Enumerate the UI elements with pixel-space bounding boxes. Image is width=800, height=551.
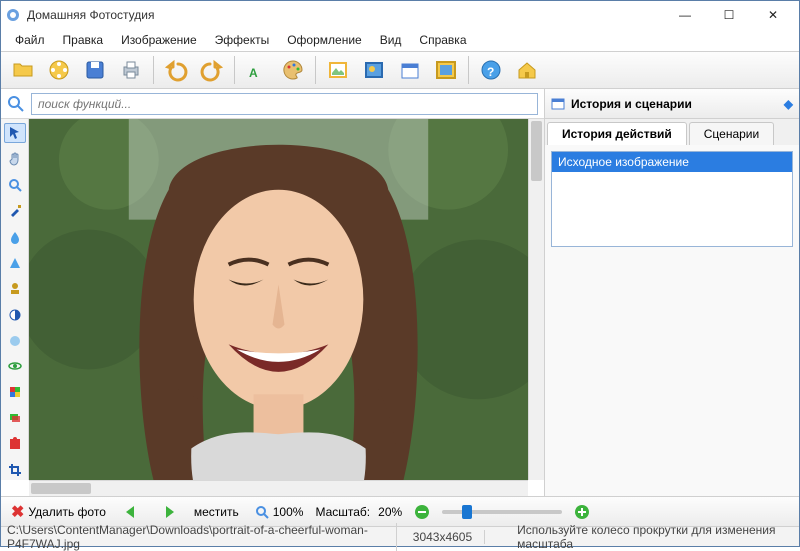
color-square-icon[interactable] (4, 382, 26, 402)
status-hint: Используйте колесо прокрутки для изменен… (517, 523, 793, 551)
tab-scenarios[interactable]: Сценарии (689, 122, 774, 145)
statusbar: C:\Users\ContentManager\Downloads\portra… (1, 526, 799, 546)
delete-photo-button[interactable]: ✖ Удалить фото (7, 500, 110, 524)
toolbar-separator (468, 56, 469, 84)
home-icon[interactable] (511, 54, 543, 86)
stamp-icon[interactable] (4, 279, 26, 299)
menubar: Файл Правка Изображение Эффекты Оформлен… (1, 29, 799, 51)
zoom-slider[interactable] (442, 510, 562, 514)
scale-label: Масштаб: (315, 505, 370, 519)
toolbar-separator (234, 56, 235, 84)
film-icon[interactable] (43, 54, 75, 86)
palette-icon[interactable] (277, 54, 309, 86)
titlebar: Домашняя Фотостудия — ☐ ✕ (1, 1, 799, 29)
search-input-wrap (31, 93, 538, 115)
print-icon[interactable] (115, 54, 147, 86)
fit-button[interactable]: местить (190, 503, 243, 521)
picture2-icon[interactable] (358, 54, 390, 86)
minimize-button[interactable]: — (663, 1, 707, 29)
svg-text:?: ? (487, 65, 494, 79)
delete-icon: ✖ (11, 502, 24, 522)
brush-icon[interactable] (4, 201, 26, 221)
text-icon[interactable]: A (241, 54, 273, 86)
history-list[interactable]: Исходное изображение (551, 151, 793, 247)
panel-title: История и сценарии (571, 97, 692, 111)
status-dimensions: 3043x4605 (413, 530, 485, 544)
next-button[interactable] (154, 502, 182, 522)
main-toolbar: A ? (1, 51, 799, 89)
prev-button[interactable] (118, 502, 146, 522)
pointer-icon[interactable] (4, 123, 26, 143)
crop-icon[interactable] (4, 460, 26, 480)
picture-frame-icon[interactable] (430, 54, 462, 86)
save-icon[interactable] (79, 54, 111, 86)
search-row (1, 89, 544, 119)
calendar-icon[interactable] (394, 54, 426, 86)
toolbar-separator (315, 56, 316, 84)
menu-image[interactable]: Изображение (113, 31, 205, 49)
tool-tray (1, 119, 29, 480)
menu-design[interactable]: Оформление (279, 31, 369, 49)
drop-icon[interactable] (4, 227, 26, 247)
zoom-out-button[interactable] (410, 502, 434, 522)
menu-effects[interactable]: Эффекты (207, 31, 278, 49)
help-icon[interactable]: ? (475, 54, 507, 86)
search-icon (7, 95, 25, 113)
horizontal-scrollbar[interactable] (29, 480, 528, 496)
open-folder-icon[interactable] (7, 54, 39, 86)
history-panel: История и сценарии ◆ История действий Сц… (544, 89, 799, 496)
menu-view[interactable]: Вид (372, 31, 410, 49)
search-input[interactable] (32, 97, 537, 111)
tab-history[interactable]: История действий (547, 122, 687, 145)
contrast-icon[interactable] (4, 305, 26, 325)
maximize-button[interactable]: ☐ (707, 1, 751, 29)
menu-edit[interactable]: Правка (55, 31, 112, 49)
image-canvas[interactable] (29, 119, 528, 480)
menu-file[interactable]: Файл (7, 31, 53, 49)
redo-icon[interactable] (196, 54, 228, 86)
layers-icon[interactable] (4, 408, 26, 428)
triangle-icon[interactable] (4, 253, 26, 273)
panel-tabs: История действий Сценарии (545, 119, 799, 145)
scale-value: 20% (378, 505, 402, 519)
vertical-scrollbar[interactable] (528, 119, 544, 480)
undo-icon[interactable] (160, 54, 192, 86)
app-icon (5, 7, 21, 23)
bottom-toolbar: ✖ Удалить фото местить 100% Масштаб: 20% (1, 496, 799, 526)
close-button[interactable]: ✕ (751, 1, 795, 29)
window-title: Домашняя Фотостудия (27, 8, 663, 22)
toolbar-separator (153, 56, 154, 84)
blur-icon[interactable] (4, 331, 26, 351)
hand-icon[interactable] (4, 149, 26, 169)
picture-icon[interactable] (322, 54, 354, 86)
zoom-100-icon (255, 505, 269, 519)
svg-text:A: A (249, 66, 258, 80)
history-item[interactable]: Исходное изображение (552, 152, 792, 172)
panel-icon (551, 97, 565, 111)
zoom-in-button[interactable] (570, 502, 594, 522)
menu-help[interactable]: Справка (411, 31, 474, 49)
eye-icon[interactable] (4, 356, 26, 376)
zoom-100-button[interactable]: 100% (251, 503, 308, 521)
puzzle-icon[interactable] (4, 434, 26, 454)
status-path: C:\Users\ContentManager\Downloads\portra… (7, 523, 397, 551)
zoom-icon[interactable] (4, 175, 26, 195)
pin-icon[interactable]: ◆ (784, 97, 793, 111)
